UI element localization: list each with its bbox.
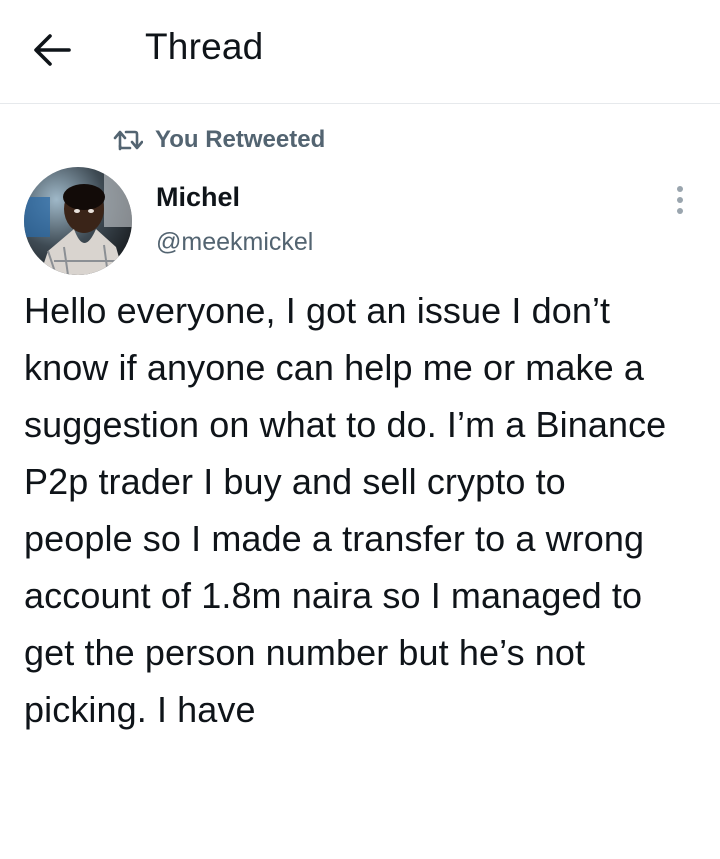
page-title: Thread [145, 26, 264, 67]
author-name[interactable]: Michel [156, 182, 240, 213]
arrow-left-icon [34, 34, 71, 66]
thread-screen: Thread You Retweeted Michel @meekmickel … [0, 0, 720, 859]
social-context[interactable]: You Retweeted [113, 124, 325, 156]
avatar[interactable] [24, 167, 132, 275]
author-handle[interactable]: @meekmickel [156, 228, 313, 257]
tweet-text: Hello everyone, I got an issue I don’t k… [24, 290, 677, 730]
retweet-icon [113, 127, 143, 153]
more-vertical-icon [677, 186, 683, 214]
back-button[interactable] [24, 22, 80, 78]
avatar-image [24, 167, 132, 275]
retweet-label: You Retweeted [155, 126, 326, 153]
more-options-button[interactable] [664, 180, 696, 220]
top-app-bar: Thread [0, 0, 720, 104]
